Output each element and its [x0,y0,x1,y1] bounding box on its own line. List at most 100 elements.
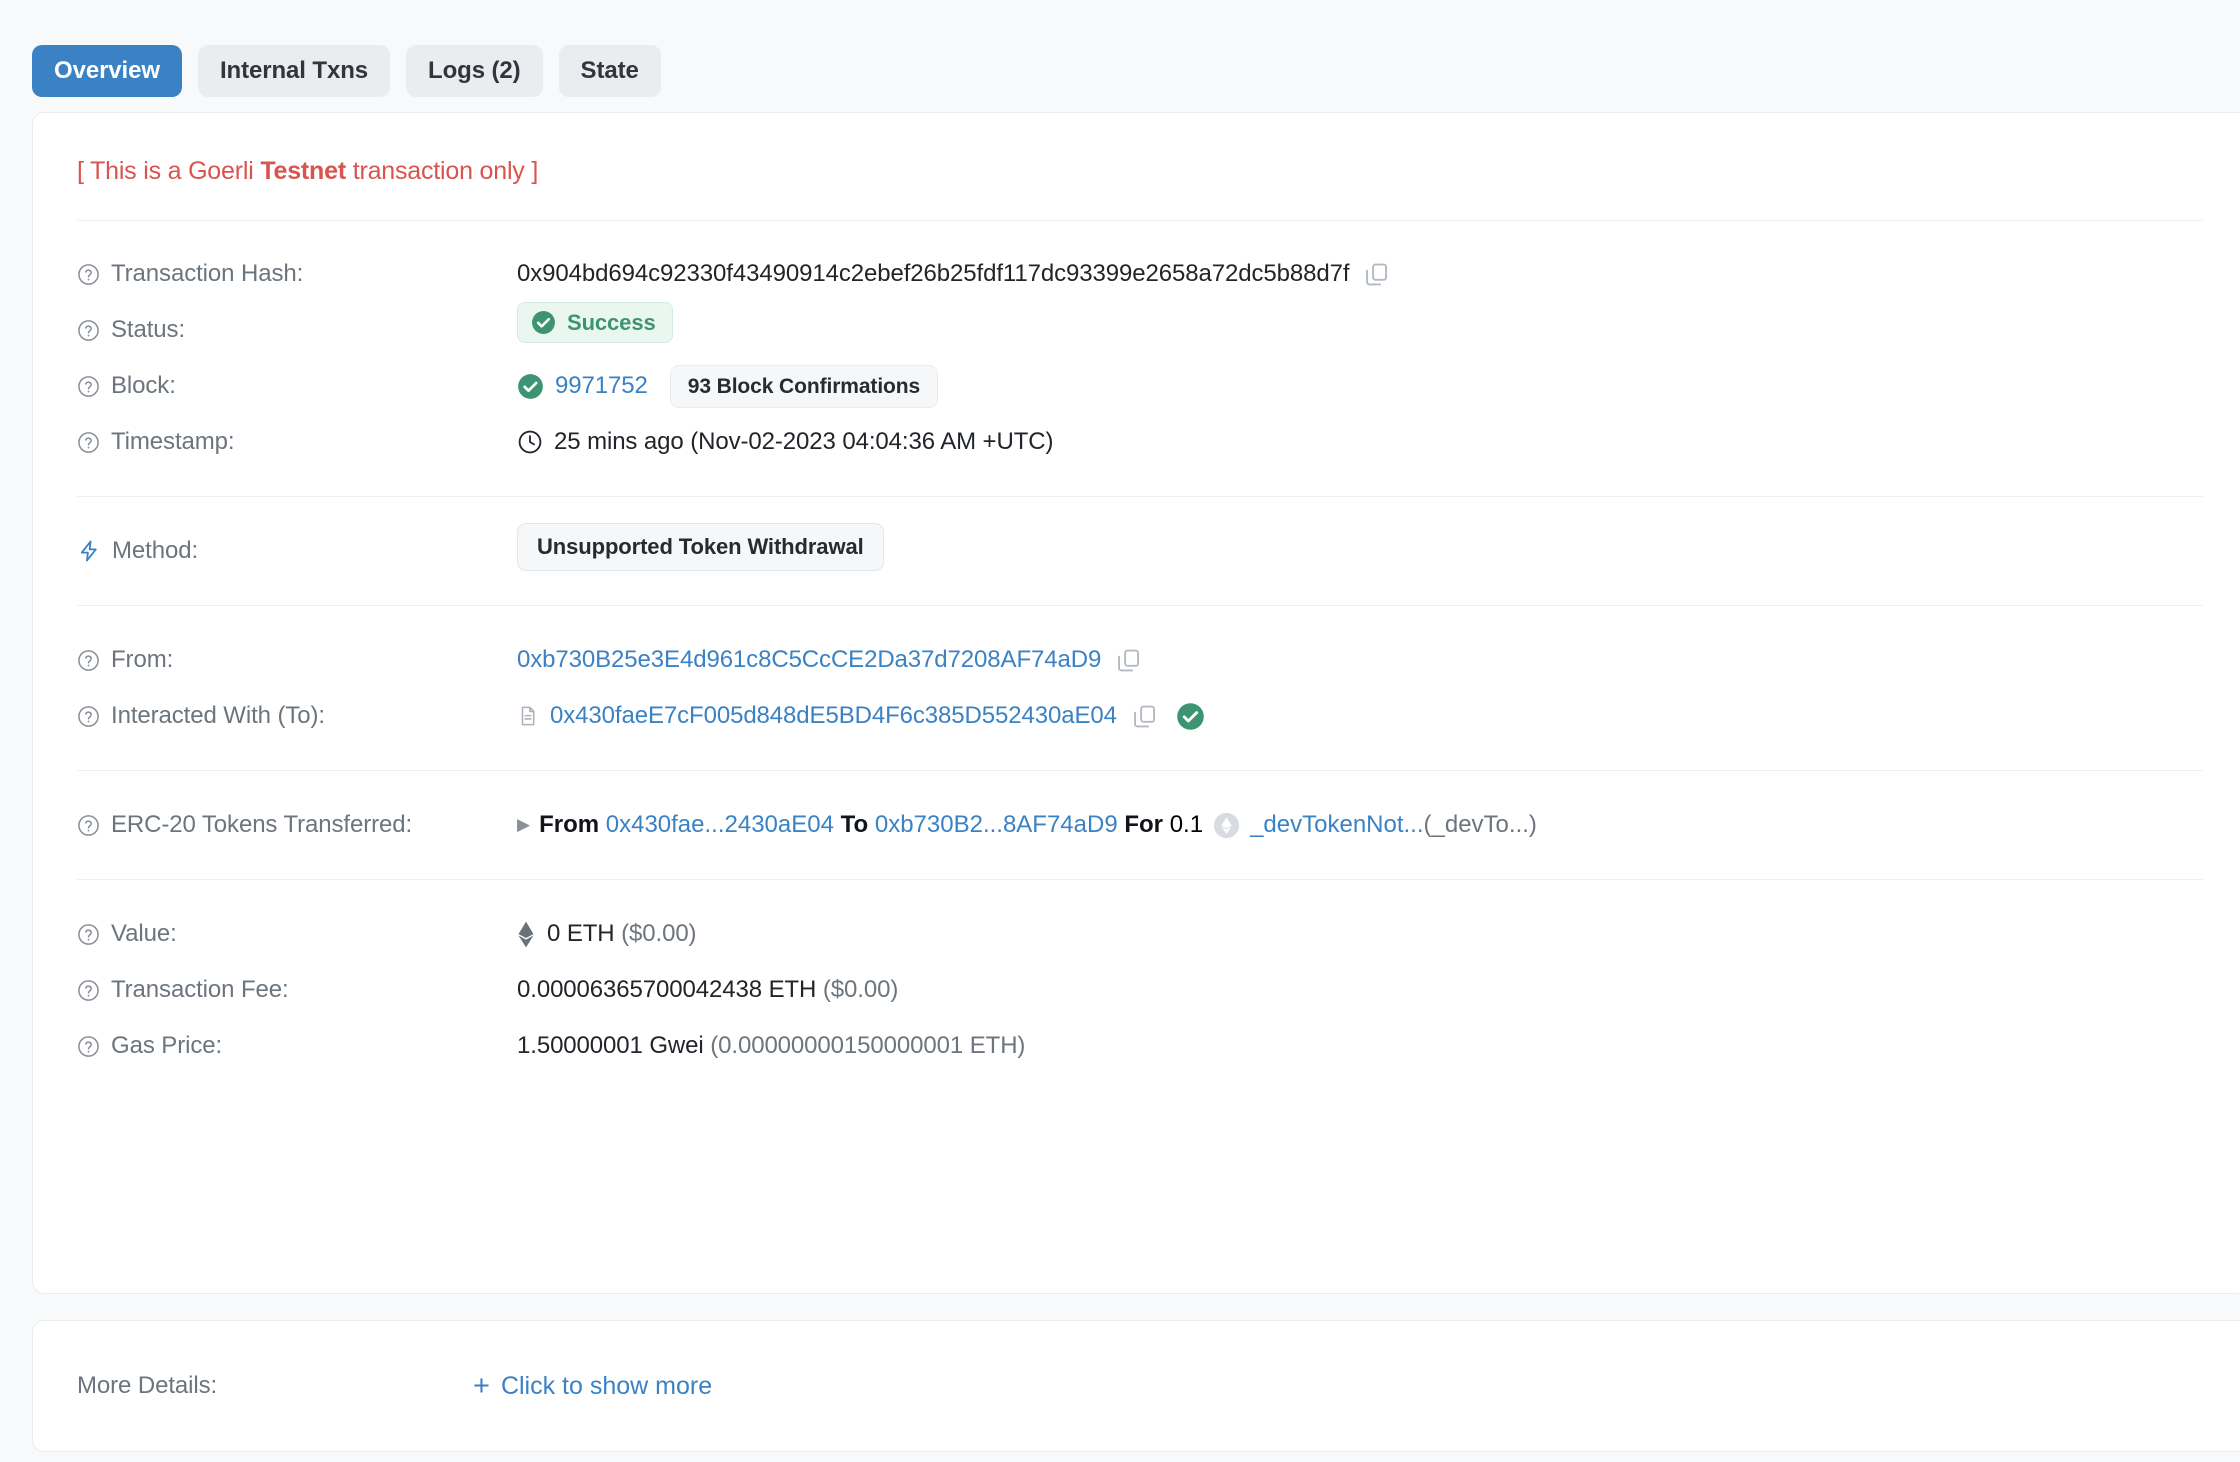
erc20-for-word: For [1124,797,1163,853]
transaction-fee-fiat: ($0.00) [823,962,898,1018]
help-icon[interactable] [77,979,100,1002]
timestamp-label: Timestamp: [77,414,517,470]
from-row: From: 0xb730B25e3E4d961c8C5CcCE2Da37d720… [33,632,2240,688]
show-more-toggle[interactable]: + Click to show more [473,1372,712,1401]
block-label: Block: [77,358,517,414]
block-confirmations-badge: 93 Block Confirmations [670,365,938,408]
transaction-fee-value-wrap: 0.00006365700042438 ETH ($0.00) [517,962,898,1018]
token-logo-icon [1213,812,1240,839]
method-row: Method: Unsupported Token Withdrawal [33,523,2240,579]
method-group: Method: Unsupported Token Withdrawal [33,497,2240,605]
erc20-from-word: From [539,797,599,853]
lightning-bolt-icon [77,538,101,564]
method-badge: Unsupported Token Withdrawal [517,523,884,571]
help-icon[interactable] [77,923,100,946]
help-icon[interactable] [77,1035,100,1058]
tab-overview[interactable]: Overview [32,45,182,97]
timestamp-value: 25 mins ago (Nov-02-2023 04:04:36 AM +UT… [554,414,1053,470]
plus-icon: + [473,1372,490,1401]
fees-group: Value: 0 ETH ($0.00) [33,880,2240,1106]
status-badge: Success [517,302,673,343]
help-icon[interactable] [77,263,100,286]
transaction-hash-label-text: Transaction Hash: [111,246,303,302]
transaction-fee-amount: 0.00006365700042438 ETH [517,962,816,1018]
interacted-with-label: Interacted With (To): [77,688,517,744]
erc20-transfers-row: ERC-20 Tokens Transferred: ▶ From 0x430f… [33,797,2240,853]
transaction-fee-row: Transaction Fee: 0.00006365700042438 ETH… [33,962,2240,1018]
transaction-fee-label-text: Transaction Fee: [111,962,289,1018]
erc20-token-name-link[interactable]: _devTokenNot... [1250,797,1423,853]
method-label-text: Method: [112,523,198,579]
from-value-wrap: 0xb730B25e3E4d961c8C5CcCE2Da37d7208AF74a… [517,632,1142,688]
help-icon[interactable] [77,431,100,454]
more-details-label: More Details: [33,1372,473,1400]
transaction-hash-row: Transaction Hash: 0x904bd694c92330f43490… [33,246,2240,302]
help-icon[interactable] [77,319,100,342]
from-label: From: [77,632,517,688]
status-label-text: Status: [111,302,185,358]
block-number-link[interactable]: 9971752 [555,358,648,414]
gas-price-value-wrap: 1.50000001 Gwei (0.00000000150000001 ETH… [517,1018,1025,1074]
tab-state[interactable]: State [559,45,661,97]
verified-contract-icon [1176,702,1205,731]
erc20-transfer-item: ▶ From 0x430fae...2430aE04 To 0xb730B2..… [517,797,1537,853]
gas-price-label: Gas Price: [77,1018,517,1074]
transaction-details-page: Overview Internal Txns Logs (2) State [ … [0,0,2240,1462]
from-address-link[interactable]: 0xb730B25e3E4d961c8C5CcCE2Da37d7208AF74a… [517,632,1101,688]
copy-icon[interactable] [1363,261,1390,288]
expand-caret-icon[interactable]: ▶ [517,797,530,853]
erc20-group: ERC-20 Tokens Transferred: ▶ From 0x430f… [33,771,2240,879]
status-label: Status: [77,302,517,358]
tab-internal-txns[interactable]: Internal Txns [198,45,390,97]
gas-price-amount: 1.50000001 Gwei [517,1018,704,1074]
block-row: Block: 9971752 93 Block Confirmations [33,358,2240,414]
testnet-notice-prefix: [ This is a Goerli [77,157,260,185]
addresses-group: From: 0xb730B25e3E4d961c8C5CcCE2Da37d720… [33,606,2240,770]
value-amount: 0 ETH [547,906,615,962]
erc20-transfers-label: ERC-20 Tokens Transferred: [77,797,517,853]
help-icon[interactable] [77,375,100,398]
status-badge-text: Success [567,312,656,334]
block-confirmed-icon [517,373,544,400]
gas-price-label-text: Gas Price: [111,1018,222,1074]
gas-price-row: Gas Price: 1.50000001 Gwei (0.0000000015… [33,1018,2240,1074]
timestamp-row: Timestamp: 25 mins ago (Nov-02-2023 04:0… [33,414,2240,470]
testnet-notice: [ This is a Goerli Testnet transaction o… [33,113,2240,220]
erc20-token-symbol: (_devTo...) [1424,797,1537,853]
block-value-wrap: 9971752 93 Block Confirmations [517,358,938,414]
contract-document-icon [517,703,539,729]
erc20-from-address-link[interactable]: 0x430fae...2430aE04 [606,797,834,853]
tab-bar: Overview Internal Txns Logs (2) State [0,0,2240,112]
ethereum-diamond-icon [517,921,535,948]
timestamp-value-wrap: 25 mins ago (Nov-02-2023 04:04:36 AM +UT… [517,414,1053,470]
timestamp-label-text: Timestamp: [111,414,234,470]
gas-price-eth: (0.00000000150000001 ETH) [710,1018,1025,1074]
value-amount-wrap: 0 ETH ($0.00) [517,906,696,962]
copy-icon[interactable] [1131,703,1158,730]
overview-card: [ This is a Goerli Testnet transaction o… [32,112,2240,1294]
check-circle-icon [531,310,556,335]
from-label-text: From: [111,632,173,688]
tab-logs[interactable]: Logs (2) [406,45,543,97]
help-icon[interactable] [77,649,100,672]
erc20-to-address-link[interactable]: 0xb730B2...8AF74aD9 [875,797,1118,853]
more-details-card: More Details: + Click to show more [32,1320,2240,1452]
copy-icon[interactable] [1115,647,1142,674]
erc20-amount: 0.1 [1170,797,1203,853]
transaction-hash-label: Transaction Hash: [77,246,517,302]
transaction-hash-value-wrap: 0x904bd694c92330f43490914c2ebef26b25fdf1… [517,246,1390,302]
value-label-text: Value: [111,906,177,962]
testnet-notice-suffix: transaction only ] [346,157,538,185]
interacted-with-address-link[interactable]: 0x430faeE7cF005d848dE5BD4F6c385D552430aE… [550,688,1117,744]
interacted-with-label-text: Interacted With (To): [111,688,325,744]
clock-icon [517,429,543,455]
value-fiat: ($0.00) [621,906,696,962]
erc20-transfers-label-text: ERC-20 Tokens Transferred: [111,797,412,853]
transaction-fee-label: Transaction Fee: [77,962,517,1018]
help-icon[interactable] [77,705,100,728]
block-label-text: Block: [111,358,176,414]
help-icon[interactable] [77,814,100,837]
status-row: Status: Success [33,302,2240,358]
primary-info-group: Transaction Hash: 0x904bd694c92330f43490… [33,221,2240,496]
interacted-with-row: Interacted With (To): 0x430faeE7cF005d84… [33,688,2240,744]
